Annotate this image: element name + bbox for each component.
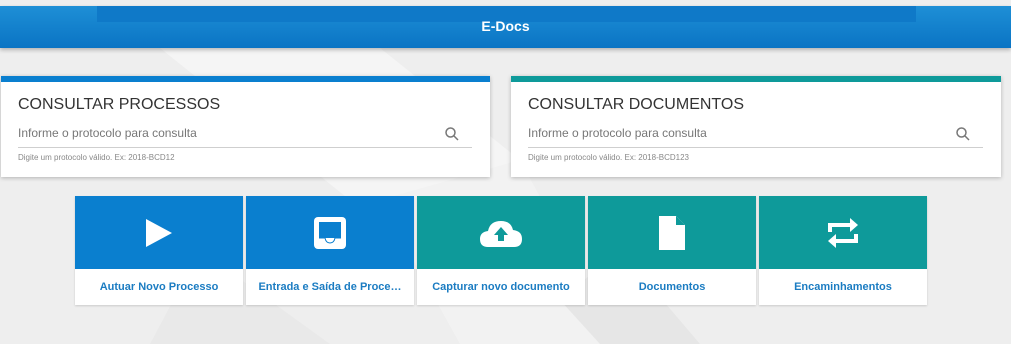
repeat-icon xyxy=(828,217,858,248)
entrada-saida-processos-tile[interactable]: Entrada e Saída de Proce… xyxy=(246,196,414,305)
capturar-novo-documento-tile[interactable]: Capturar novo documento xyxy=(417,196,585,305)
consultar-processos-card: CONSULTAR PROCESSOS Digite um protocolo … xyxy=(1,76,490,177)
tile-label: Documentos xyxy=(638,281,706,293)
documentos-tile[interactable]: Documentos xyxy=(588,196,756,305)
search-icon[interactable] xyxy=(444,126,460,142)
tile-icon-area xyxy=(759,196,927,269)
tile-label: Capturar novo documento xyxy=(432,281,570,293)
tile-label: Encaminhamentos xyxy=(794,281,892,293)
tile-icon-area xyxy=(588,196,756,269)
processos-hint: Digite um protocolo válido. Ex: 2018-BCD… xyxy=(18,153,175,162)
search-icon[interactable] xyxy=(955,126,971,142)
app-header: E-Docs xyxy=(0,6,1011,48)
consultar-documentos-card: CONSULTAR DOCUMENTOS Digite um protocolo… xyxy=(511,76,1001,177)
tile-icon-area xyxy=(417,196,585,269)
tile-label: Autuar Novo Processo xyxy=(99,281,219,293)
documentos-hint: Digite um protocolo válido. Ex: 2018-BCD… xyxy=(528,153,689,162)
shortcut-tiles: Autuar Novo Processo Entrada e Saída de … xyxy=(75,196,927,305)
encaminhamentos-tile[interactable]: Encaminhamentos xyxy=(759,196,927,305)
consultar-documentos-title: CONSULTAR DOCUMENTOS xyxy=(528,96,745,113)
document-icon xyxy=(659,215,685,250)
inbox-icon xyxy=(314,216,346,249)
tile-icon-area xyxy=(75,196,243,269)
input-underline xyxy=(18,147,472,148)
cloud-upload-icon xyxy=(480,220,522,247)
processos-search-input[interactable] xyxy=(18,126,438,140)
input-underline xyxy=(528,147,983,148)
autuar-novo-processo-tile[interactable]: Autuar Novo Processo xyxy=(75,196,243,305)
documentos-search-input[interactable] xyxy=(528,126,948,140)
consultar-processos-title: CONSULTAR PROCESSOS xyxy=(18,96,221,113)
app-title: E-Docs xyxy=(481,18,530,34)
tile-icon-area xyxy=(246,196,414,269)
tile-label: Entrada e Saída de Proce… xyxy=(258,281,402,293)
play-icon xyxy=(146,218,172,247)
